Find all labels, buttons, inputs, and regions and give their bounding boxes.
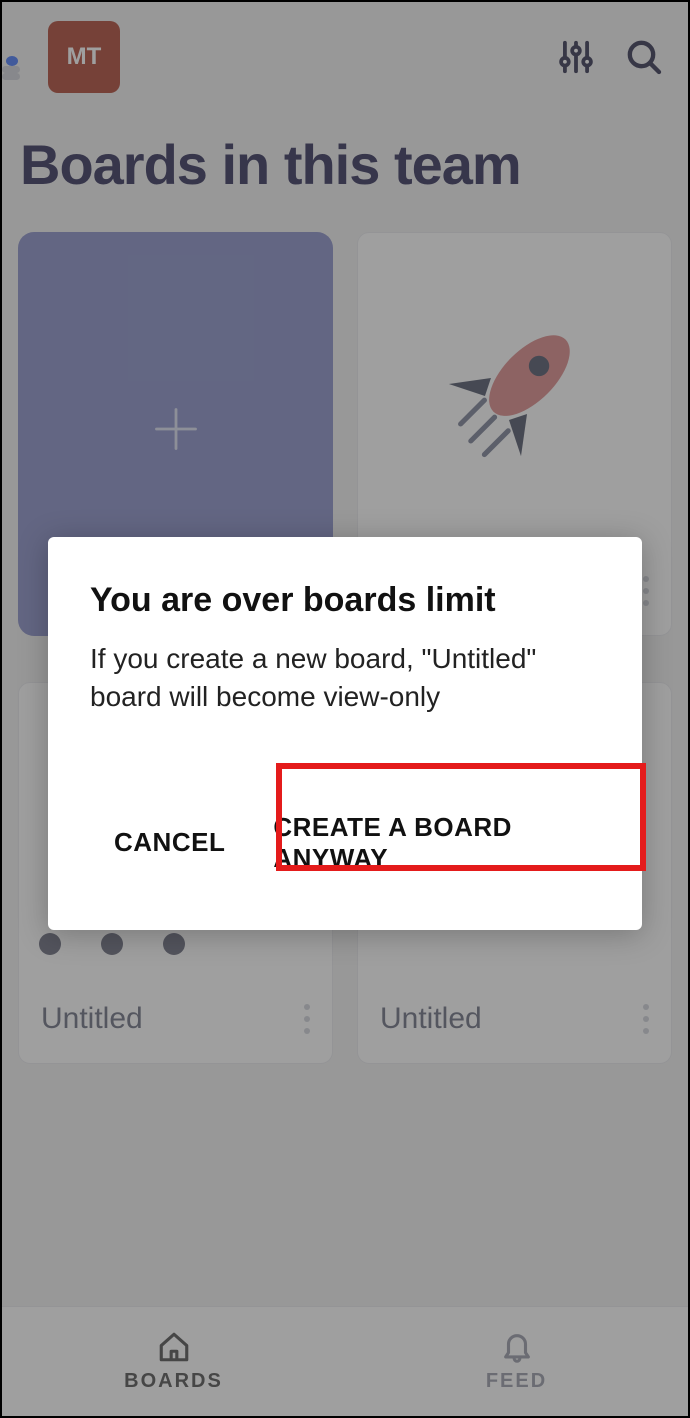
dialog-actions: CANCEL CREATE A BOARD ANYWAY	[90, 786, 600, 900]
cancel-button[interactable]: CANCEL	[90, 805, 249, 880]
create-anyway-button[interactable]: CREATE A BOARD ANYWAY	[249, 786, 600, 900]
dialog-body: If you create a new board, "Untitled" bo…	[90, 640, 600, 716]
boards-limit-dialog: You are over boards limit If you create …	[48, 537, 642, 930]
dialog-title: You are over boards limit	[90, 581, 600, 620]
app-screen: MT Boards in this team	[0, 0, 690, 1418]
